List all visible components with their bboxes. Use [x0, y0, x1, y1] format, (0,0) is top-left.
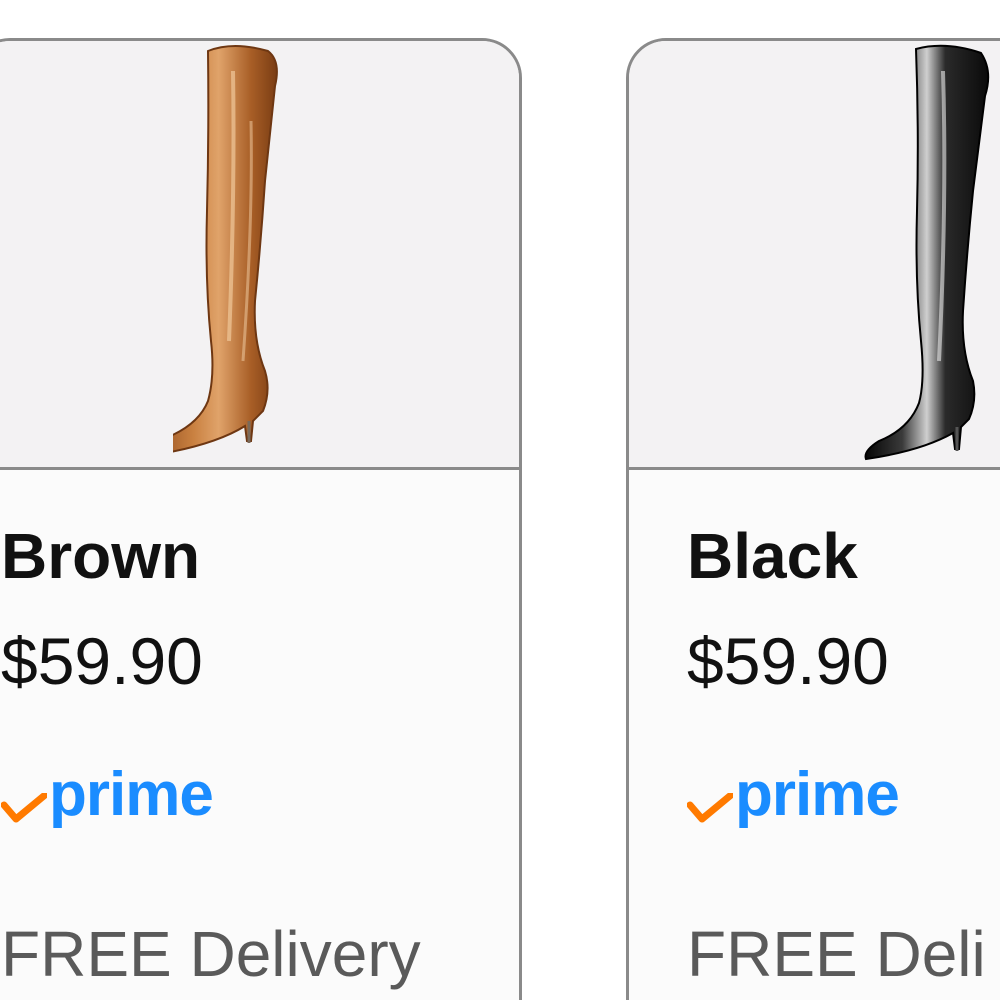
variant-card-black[interactable]: Black $59.90 prime FREE Deli	[626, 38, 1000, 1000]
delivery-info: FREE Delivery	[1, 918, 421, 990]
prime-label: prime	[735, 760, 900, 829]
boot-image-brown	[173, 45, 278, 453]
variant-color-name: Black	[687, 520, 858, 592]
product-image[interactable]	[629, 41, 1000, 470]
prime-check-icon	[687, 793, 733, 823]
delivery-info: FREE Deli	[687, 918, 986, 990]
variant-price: $59.90	[1, 624, 203, 698]
prime-label: prime	[49, 760, 214, 829]
variant-price: $59.90	[687, 624, 889, 698]
product-image[interactable]	[0, 41, 519, 470]
color-variant-carousel: Brown $59.90 prime FREE Delivery Black $…	[0, 0, 1000, 1000]
variant-color-name: Brown	[1, 520, 201, 592]
variant-card-brown[interactable]: Brown $59.90 prime FREE Delivery	[0, 38, 522, 1000]
prime-check-icon	[1, 793, 47, 823]
boot-image-black	[864, 44, 990, 461]
